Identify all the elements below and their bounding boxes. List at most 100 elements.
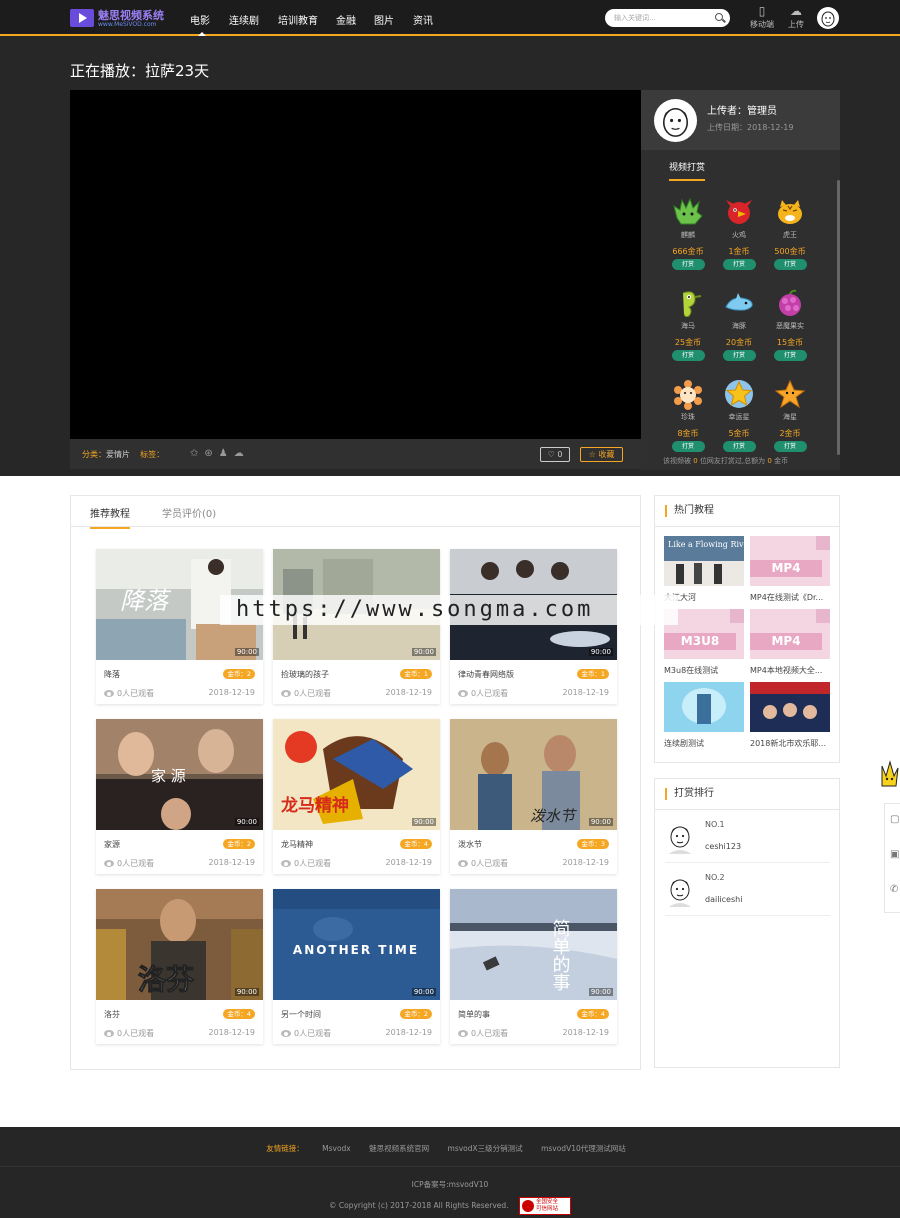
video-card[interactable]: ANOTHER TIME 90:00 另一个时间 金币：2 0人已观看 2018… [273,889,440,1044]
tip-button[interactable]: 打赏 [671,441,705,452]
user-avatar[interactable] [817,7,839,29]
hot-title-text[interactable]: 2018新北市欢乐耶... [750,738,830,749]
nav-item-movie[interactable]: 电影 [190,12,210,36]
video-thumbnail[interactable]: 龙马精神 90:00 [273,719,440,830]
hot-title-text[interactable]: 连续剧测试 [664,738,744,749]
tab-recommended[interactable]: 推荐教程 [90,505,130,529]
video-player[interactable] [70,90,641,439]
video-title[interactable]: 律动青春网络版 [458,669,514,680]
tip-button[interactable]: 打赏 [773,259,807,270]
phone-icon[interactable]: ✆ [890,884,898,895]
chat-icon[interactable]: ▢ [890,814,899,825]
footer-link[interactable]: msvodV10代理测试网站 [541,1144,626,1153]
nav-item-education[interactable]: 培训教育 [278,12,318,27]
view-count: 0人已观看 [281,1028,331,1039]
video-title[interactable]: 另一个时间 [281,1009,321,1020]
devil-fruit-icon [779,289,801,316]
upload-button[interactable]: ☁ 上传 [783,5,809,30]
video-date: 2018-12-19 [385,688,433,697]
hot-title-text[interactable]: MP4在线测试《Dr... [750,592,830,603]
video-thumbnail[interactable]: 洛芬 90:00 [96,889,263,1000]
shield-icon [521,1200,534,1212]
book-icon: ▯ [758,4,766,18]
video-card[interactable]: 龙马精神 90:00 龙马精神 金币：4 0人已观看 2018-12-19 [273,719,440,874]
hot-title-text[interactable]: M3u8在线测试 [664,665,744,676]
site-logo[interactable]: 魅思视频系统 www.MeSiVOD.com [70,7,166,29]
feedback-icon[interactable]: ▣ [890,849,899,860]
logo-subtitle: www.MeSiVOD.com [98,21,157,28]
hot-title-text[interactable]: MP4本地视频大全... [750,665,830,676]
uploader-avatar[interactable] [654,99,697,142]
video-title[interactable]: 洛芬 [104,1009,120,1020]
category-value[interactable]: 爱情片 [106,450,130,459]
video-card[interactable]: 泼水节 90:00 泼水节 金币：3 0人已观看 2018-12-19 [450,719,617,874]
video-thumbnail[interactable]: ANOTHER TIME 90:00 [273,889,440,1000]
nav-item-pictures[interactable]: 图片 [374,12,394,27]
footer-link[interactable]: Msvodx [322,1144,351,1153]
tip-button[interactable]: 打赏 [773,441,807,452]
nav-item-news[interactable]: 资讯 [413,12,433,27]
video-title[interactable]: 简单的事 [458,1009,490,1020]
footer-link[interactable]: msvodX三级分销测试 [448,1144,523,1153]
hot-thumbnail[interactable]: Like a Flowing River [664,536,744,586]
like-count: 0 [557,450,563,459]
tip-button[interactable]: 打赏 [722,441,756,452]
video-title[interactable]: 龙马精神 [281,839,313,850]
coin-badge: 金币：4 [400,839,432,849]
video-thumbnail[interactable]: 泼水节 90:00 [450,719,617,830]
rank-title: 打赏排行 [665,788,714,800]
gift-price: 500金币 [774,247,806,256]
mascot-icon[interactable] [876,758,900,790]
gift-starfish: 海星 2金币 打赏 [768,378,812,452]
video-date: 2018-12-19 [208,858,256,867]
dolphin-icon [725,293,753,311]
nav-item-series[interactable]: 连续剧 [229,12,259,27]
video-card[interactable]: 洛芬 90:00 洛芬 金币：4 0人已观看 2018-12-19 [96,889,263,1044]
gift-name: 幸运星 [728,413,750,421]
tip-scrollbar[interactable] [837,180,840,455]
video-title[interactable]: 泼水节 [458,839,482,850]
hot-thumbnail[interactable] [664,682,744,732]
tip-button[interactable]: 打赏 [722,259,756,270]
favorite-button[interactable]: ☆ 收藏 [580,447,623,462]
video-thumbnail[interactable]: 家 源 90:00 [96,719,263,830]
tip-button[interactable]: 打赏 [671,259,705,270]
nav-item-finance[interactable]: 金融 [336,12,356,27]
video-card[interactable]: 降落 90:00 降落 金币：2 0人已观看 2018-12-19 [96,549,263,704]
rank-username[interactable]: dailiceshi [705,895,742,904]
rank-row[interactable]: NO.2 dailiceshi [665,864,830,916]
rank-username[interactable]: ceshi123 [705,842,741,851]
video-card[interactable]: 简单的事 90:00 简单的事 金币：4 0人已观看 2018-12-19 [450,889,617,1044]
hot-thumbnail[interactable]: MP4 [750,609,830,659]
upload-label: 上传 [788,20,804,29]
trust-badge[interactable]: 全国安全 可信网站 [518,1197,571,1215]
tip-title: 视频打赏 [669,160,706,181]
video-card[interactable]: 90:00 律动青春网络版 金币：1 0人已观看 2018-12-19 [450,549,617,704]
mobile-button[interactable]: ▯ 移动端 [747,5,777,30]
coin-badge: 金币：2 [223,669,255,679]
uploader-info: 上传者：管理员 上传日期：2018-12-19 [641,90,840,150]
tip-button[interactable]: 打赏 [671,350,705,361]
tip-button[interactable]: 打赏 [722,350,756,361]
gift-price: 8金币 [677,429,699,438]
video-card[interactable]: 90:00 捡玻璃的孩子 金币：1 0人已观看 2018-12-19 [273,549,440,704]
video-title[interactable]: 降落 [104,669,120,680]
hot-thumbnail[interactable] [750,682,830,732]
share-icons[interactable]: ✩⊛♟☁ [190,448,250,459]
rank-row[interactable]: NO.1 ceshi123 [665,811,830,863]
search-input[interactable]: 输入关键词... [614,13,656,23]
gift-name: 海马 [681,322,695,330]
video-thumbnail[interactable]: 简单的事 90:00 [450,889,617,1000]
video-card[interactable]: 家 源 90:00 家源 金币：2 0人已观看 2018-12-19 [96,719,263,874]
footer-link[interactable]: 魅思视频系统官网 [369,1144,429,1153]
video-title[interactable]: 捡玻璃的孩子 [281,669,329,680]
search-icon[interactable] [715,13,723,21]
gift-price: 666金币 [672,247,704,256]
tip-button[interactable]: 打赏 [773,350,807,361]
tab-reviews[interactable]: 学员评价(0) [162,505,216,520]
search-box[interactable]: 输入关键词... [605,9,730,27]
video-title[interactable]: 家源 [104,839,120,850]
svg-text:Like a Flowing River: Like a Flowing River [668,540,744,549]
like-button[interactable]: ♡ 0 [540,447,570,462]
hot-thumbnail[interactable]: MP4 [750,536,830,586]
